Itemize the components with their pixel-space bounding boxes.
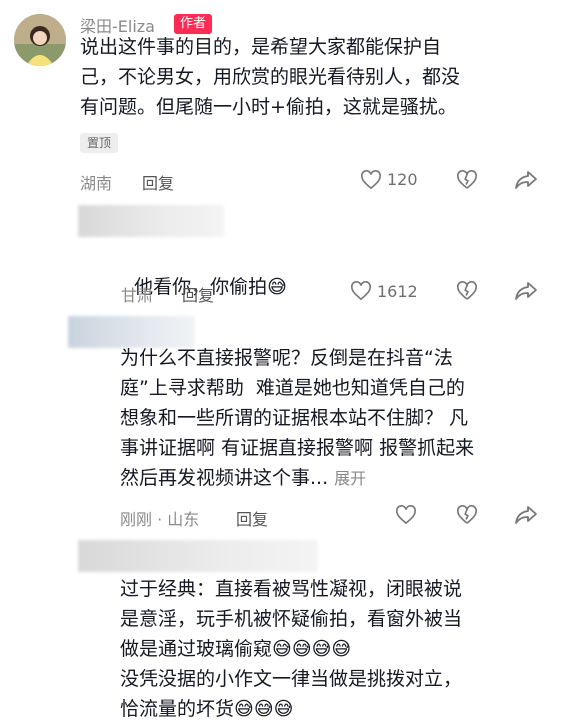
author-badge: 作者 (174, 14, 213, 34)
comment-line: 做是通过玻璃偷窥 (120, 638, 273, 660)
share-arrow-icon[interactable] (514, 505, 538, 525)
comment-line: 是意淫，玩手机被怀疑偷拍，看窗外被当 (120, 608, 463, 630)
heart-outline-icon[interactable] (360, 170, 382, 190)
comment-text: 为什么不直接报警呢？反倒是在抖音“法 庭”上寻求帮助 难道是她也知道凭自己的 想… (120, 343, 474, 494)
comment-text: 是意淫，玩手机被怀疑偷拍，看窗外被当 (120, 604, 462, 634)
expand-button[interactable]: 展开 (334, 469, 366, 488)
comment-text: 没凭没据的小作文一律当做是挑拨对立， (120, 664, 462, 694)
heart-outline-icon[interactable] (350, 281, 372, 301)
sweat-smile-emoji: 😅 (267, 276, 287, 298)
comment-body: 为什么不直接报警呢？反倒是在抖音“法 庭”上寻求帮助 难道是她也知道凭自己的 想… (120, 347, 475, 489)
reply-button[interactable]: 回复 (182, 282, 214, 306)
comment-text: 做是通过玻璃偷窥😅😅😅😅 (120, 634, 351, 664)
share-arrow-icon[interactable] (514, 281, 538, 301)
heart-outline-icon[interactable] (395, 505, 417, 525)
comment-line: 过于经典：直接看被骂性凝视，闭眼被说 (120, 578, 463, 600)
pinned-badge: 置顶 (80, 133, 119, 153)
comment-line: 恰流量的坏货 (120, 698, 235, 720)
comment-line: 没凭没据的小作文一律当做是挑拨对立， (120, 668, 463, 690)
sweat-smile-emoji: 😅😅😅😅 (272, 638, 352, 660)
comment-location: 刚刚 · 山东 (120, 510, 200, 529)
comment-text: 说出这件事的目的，是希望大家都能保护自 己，不论男女，用欣赏的眼光看待别人，都没… (80, 36, 461, 118)
like-count: 1612 (377, 282, 418, 301)
reply-button[interactable]: 回复 (236, 506, 268, 530)
like-count: 120 (387, 170, 418, 189)
reply-button[interactable]: 回复 (142, 170, 174, 194)
redacted-username (78, 205, 224, 237)
comment-location: 甘肃 (121, 286, 154, 305)
author-avatar[interactable] (14, 14, 66, 66)
redacted-username (78, 540, 318, 572)
comment-text: 过于经典：直接看被骂性凝视，闭眼被说 (120, 574, 462, 604)
comment-location: 湖南 (80, 174, 113, 193)
broken-heart-icon[interactable] (456, 170, 478, 190)
broken-heart-icon[interactable] (456, 505, 478, 525)
broken-heart-icon[interactable] (456, 281, 478, 301)
share-arrow-icon[interactable] (514, 170, 538, 190)
sweat-smile-emoji: 😅😅😅 (234, 698, 294, 720)
